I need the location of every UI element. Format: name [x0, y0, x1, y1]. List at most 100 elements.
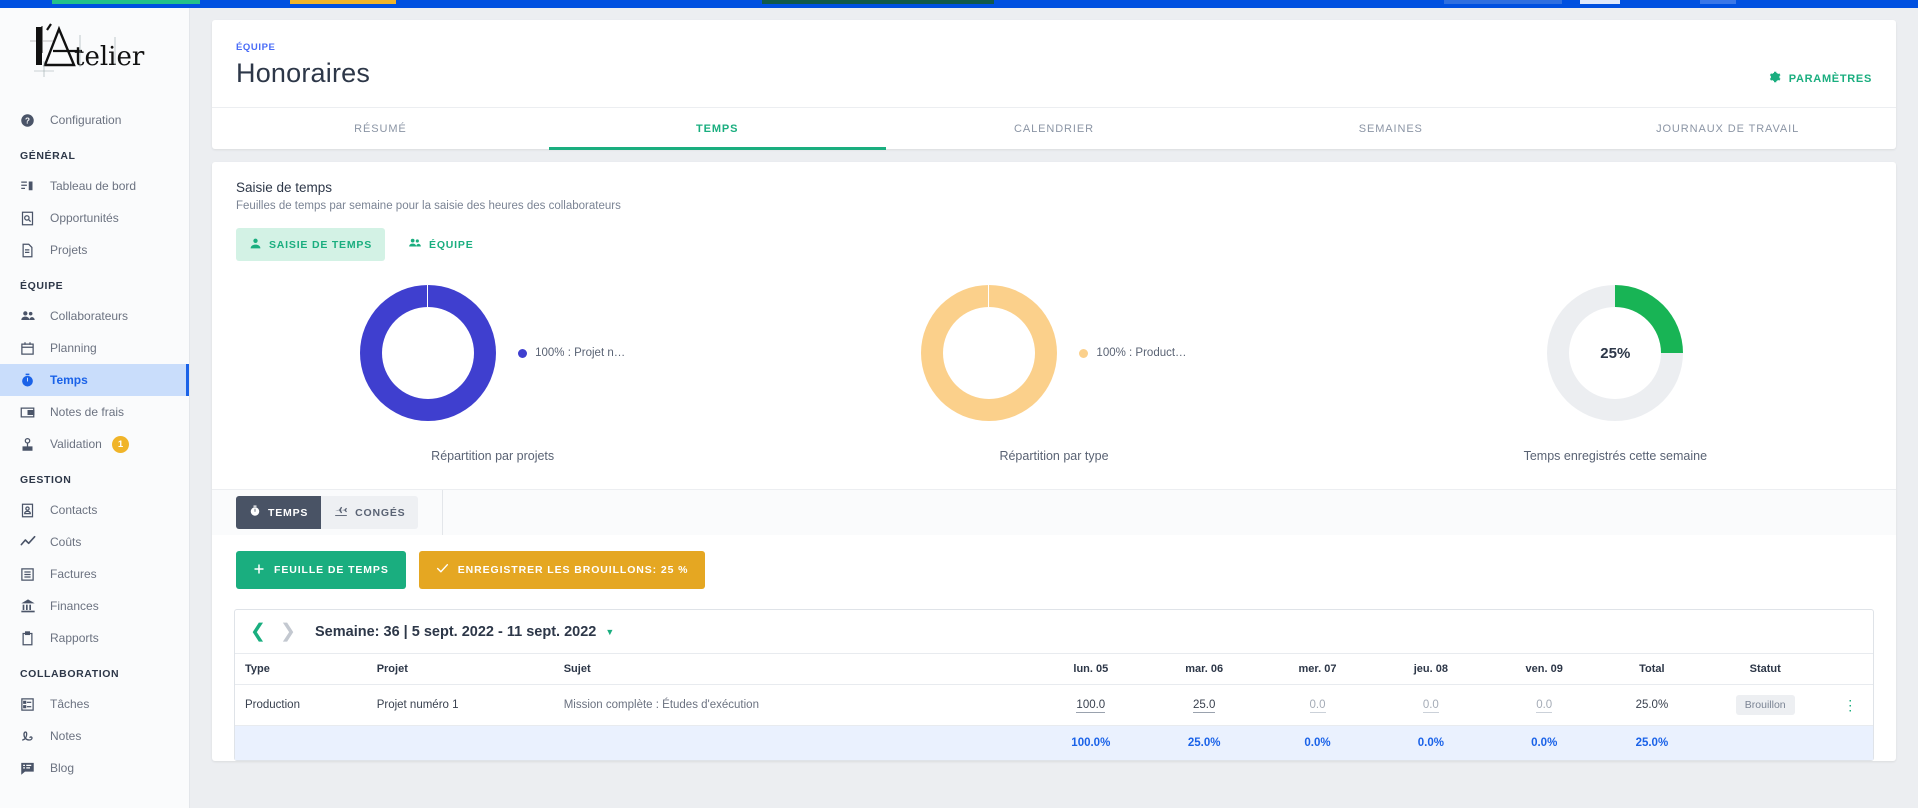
- cell-day-mar[interactable]: 25.0: [1147, 685, 1260, 726]
- row-menu[interactable]: ⋮: [1828, 685, 1873, 726]
- tab-temps[interactable]: TEMPS: [548, 108, 886, 150]
- tab-calendrier[interactable]: CALENDRIER: [886, 108, 1223, 149]
- kebab-menu-icon[interactable]: ⋮: [1828, 698, 1873, 712]
- opportunity-icon: [20, 209, 42, 227]
- cell-sujet: Mission complète : Études d'exécution: [563, 699, 759, 711]
- document-icon: [20, 241, 42, 259]
- settings-button[interactable]: PARAMÈTRES: [1768, 70, 1872, 87]
- clipboard-icon: [20, 629, 42, 647]
- cell-day-mer[interactable]: 0.0: [1261, 685, 1374, 726]
- page-header-card: ÉQUIPE Honoraires PARAMÈTRES RÉSUMÉ TEMP…: [212, 20, 1896, 150]
- sidebar-item-label: Blog: [50, 761, 75, 775]
- cell-day-ven[interactable]: 0.0: [1488, 685, 1601, 726]
- chevron-left-icon[interactable]: ❮: [243, 617, 273, 647]
- tab-resume[interactable]: RÉSUMÉ: [212, 108, 549, 149]
- caret-down-icon[interactable]: ▼: [605, 627, 614, 637]
- enregistrer-brouillons-button[interactable]: ENREGISTRER LES BROUILLONS: 25 %: [418, 551, 706, 589]
- totals-spacer-projet: [377, 726, 564, 761]
- timesheet-card: Saisie de temps Feuilles de temps par se…: [212, 162, 1896, 761]
- sidebar-item-opportunites[interactable]: Opportunités: [0, 202, 189, 234]
- donut-center-label: 25%: [1569, 307, 1662, 399]
- sidebar-section-equipe: ÉQUIPE: [20, 280, 64, 292]
- sidebar-item-configuration[interactable]: ? Configuration: [0, 104, 189, 136]
- legend-label: 100% : Projet n…: [535, 347, 626, 359]
- charts-row: 100% : Projet n… Répartition par projets…: [212, 261, 1896, 489]
- toggle-temps[interactable]: TEMPS: [236, 496, 322, 529]
- week-label[interactable]: Semaine: 36 | 5 sept. 2022 - 11 sept. 20…: [315, 624, 614, 640]
- add-feuille-de-temps-button[interactable]: FEUILLE DE TEMPS: [236, 551, 406, 589]
- chart-legend: 100% : Product…: [1079, 347, 1187, 359]
- button-label: FEUILLE DE TEMPS: [274, 564, 389, 576]
- contact-card-icon: [20, 501, 42, 519]
- chip-saisie-de-temps[interactable]: SAISIE DE TEMPS: [236, 228, 386, 261]
- sidebar-section-collaboration: COLLABORATION: [20, 668, 120, 680]
- table-row[interactable]: Production Projet numéro 1 Mission compl…: [235, 684, 1873, 726]
- plus-icon: [253, 563, 265, 578]
- sidebar-item-label: Projets: [50, 243, 88, 257]
- sidebar-item-contacts[interactable]: Contacts: [0, 494, 189, 526]
- sidebar-item-factures[interactable]: Factures: [0, 558, 189, 590]
- day-value: 0.0: [1309, 699, 1326, 713]
- sidebar-item-tableau-de-bord[interactable]: Tableau de bord: [0, 170, 189, 202]
- cell-day-jeu[interactable]: 0.0: [1374, 685, 1487, 726]
- col-projet: Projet: [376, 663, 408, 675]
- col-statut: Statut: [1749, 663, 1781, 675]
- stamp-icon: [20, 435, 42, 453]
- sidebar-section-general: GÉNÉRAL: [20, 150, 76, 162]
- sidebar-item-temps[interactable]: Temps: [0, 364, 189, 396]
- sidebar-item-notes-de-frais[interactable]: Notes de frais: [0, 396, 189, 428]
- breadcrumb[interactable]: ÉQUIPE: [236, 42, 1872, 53]
- browser-top-strip: [0, 0, 1918, 8]
- totals-spacer-statut: [1703, 726, 1828, 761]
- plane-icon: [334, 504, 348, 521]
- sidebar-item-rapports[interactable]: Rapports: [0, 622, 189, 654]
- chart-legend: 100% : Projet n…: [518, 347, 625, 359]
- sidebar-item-label: Opportunités: [50, 211, 119, 225]
- app-logo[interactable]: telier: [0, 8, 189, 104]
- donut-chart-projets: [360, 285, 497, 421]
- week-table-card: ❮ ❯ Semaine: 36 | 5 sept. 2022 - 11 sept…: [234, 609, 1874, 761]
- timesheet-title: Saisie de temps: [236, 180, 333, 195]
- tab-journaux-de-travail[interactable]: JOURNAUX DE TRAVAIL: [1559, 108, 1896, 149]
- check-icon: [436, 562, 449, 578]
- tab-semaines[interactable]: SEMAINES: [1222, 108, 1559, 149]
- sidebar-item-collaborateurs[interactable]: Collaborateurs: [0, 300, 189, 332]
- sidebar-item-label: Tâches: [50, 697, 90, 711]
- legend-color-swatch: [1079, 348, 1089, 358]
- sidebar-item-finances[interactable]: Finances: [0, 590, 189, 622]
- totals-mer: 0.0%: [1304, 737, 1331, 749]
- sidebar-item-taches[interactable]: Tâches: [0, 688, 189, 720]
- chip-equipe[interactable]: ÉQUIPE: [395, 228, 486, 261]
- totals-jeu: 0.0%: [1417, 737, 1444, 749]
- sidebar-item-label: Configuration: [50, 113, 122, 127]
- col-mer: mer. 07: [1298, 663, 1337, 675]
- stopwatch-icon: [20, 371, 42, 389]
- chevron-right-icon[interactable]: ❯: [273, 617, 303, 647]
- toggle-conges[interactable]: CONGÉS: [321, 496, 419, 529]
- donut-chart-type: [921, 285, 1058, 421]
- sidebar-item-projets[interactable]: Projets: [0, 234, 189, 266]
- totals-lun: 100.0%: [1071, 737, 1111, 749]
- temps-conges-toggle-bar: TEMPS CONGÉS: [212, 489, 1896, 535]
- sidebar-item-notes[interactable]: Notes: [0, 720, 189, 752]
- people-icon: [20, 307, 42, 325]
- sidebar-item-blog[interactable]: Blog: [0, 752, 189, 784]
- page-title: Honoraires: [236, 58, 371, 88]
- sidebar-item-planning[interactable]: Planning: [0, 332, 189, 364]
- cell-day-lun[interactable]: 100.0: [1034, 685, 1147, 726]
- timesheet-table: Type Projet Sujet lun. 05 mar. 06 mer. 0…: [235, 654, 1873, 760]
- sidebar-item-label: Notes: [50, 729, 82, 743]
- table-totals-row: 100.0% 25.0% 0.0% 0.0% 0.0% 25.0%: [235, 725, 1873, 761]
- chart-temps-enregistres: 25% Temps enregistrés cette semaine: [1335, 283, 1896, 463]
- chart-repartition-par-projets: 100% : Projet n… Répartition par projets: [212, 283, 773, 463]
- settings-label: PARAMÈTRES: [1788, 72, 1872, 85]
- sidebar-item-label: Planning: [50, 341, 97, 355]
- sidebar-section-gestion: GESTION: [20, 474, 72, 486]
- svg-text:?: ?: [25, 116, 30, 125]
- sidebar-item-validation[interactable]: Validation 1: [0, 428, 189, 460]
- sidebar-item-label: Finances: [50, 599, 99, 613]
- gear-icon: [1768, 70, 1782, 87]
- sidebar-item-couts[interactable]: Coûts: [0, 526, 189, 558]
- sidebar-item-label: Collaborateurs: [50, 309, 129, 323]
- cell-projet: Projet numéro 1: [376, 699, 459, 711]
